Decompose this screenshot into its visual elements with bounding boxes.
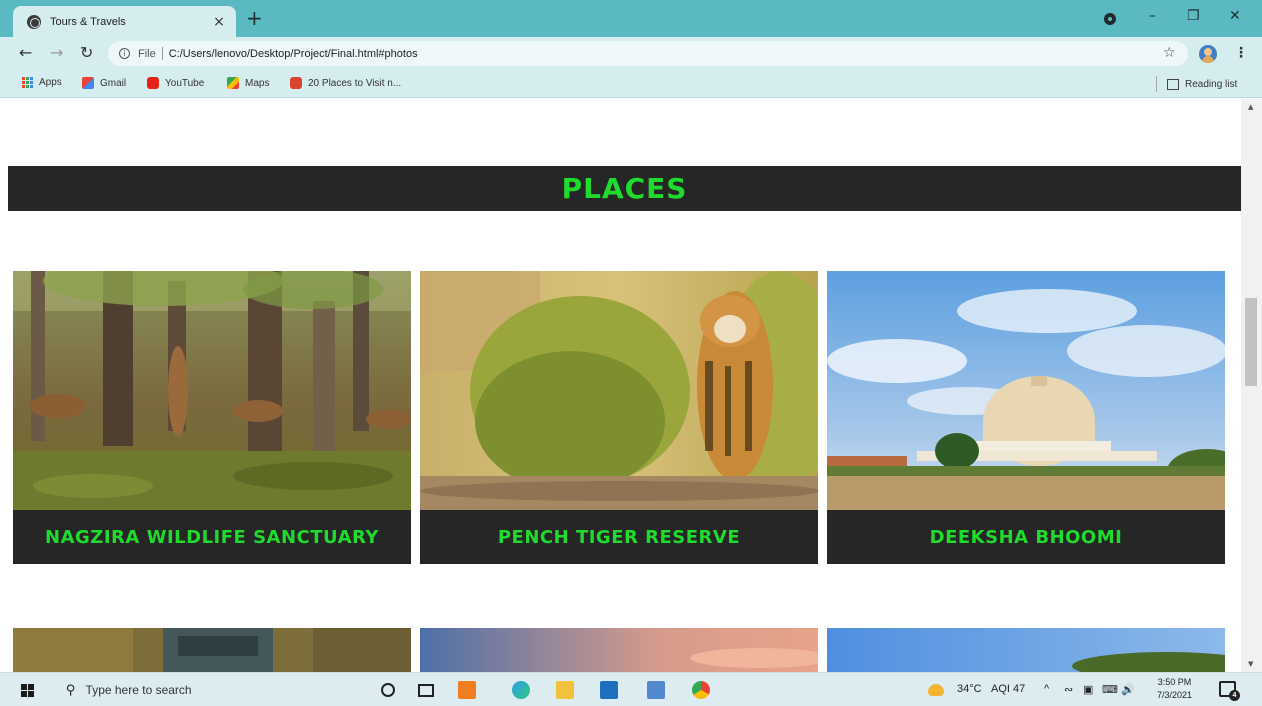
bookmark-places[interactable]: 20 Places to Visit n... — [290, 77, 401, 89]
sublime-text-icon[interactable] — [458, 681, 476, 699]
menu-kebab-icon[interactable]: ⋮ — [1234, 45, 1248, 61]
reading-list-icon — [1167, 78, 1179, 90]
bookmarks-bar: Apps Gmail YouTube Maps 20 Places to Vis… — [0, 70, 1262, 98]
card-title: PENCH TIGER RESERVE — [497, 526, 741, 548]
bookmark-star-icon[interactable]: ☆ — [1163, 45, 1176, 61]
nagzira-photo[interactable] — [13, 271, 411, 510]
edge-icon[interactable] — [512, 681, 530, 699]
stupa-image — [827, 271, 1225, 510]
weather-temp[interactable]: 34°C — [957, 683, 982, 695]
youtube-icon — [147, 77, 159, 89]
back-arrow-icon[interactable]: ← — [19, 44, 32, 62]
word-icon[interactable] — [647, 681, 665, 699]
scroll-thumb[interactable] — [1245, 298, 1257, 386]
hill-sky-image — [827, 628, 1225, 672]
weather-icon[interactable] — [928, 684, 944, 696]
task-view-icon[interactable] — [418, 684, 434, 697]
reload-icon[interactable]: ↻ — [80, 44, 93, 62]
safari-jeep-image — [13, 628, 411, 672]
tab-strip: Tours & Travels × + – ❐ ✕ — [0, 0, 1262, 37]
bookmark-label: YouTube — [165, 77, 205, 89]
url-text[interactable]: C:/Users/lenovo/Desktop/Project/Final.ht… — [169, 48, 418, 60]
taskbar-search-box[interactable]: ⚲ Type here to search — [56, 675, 366, 705]
tab-title: Tours & Travels — [50, 15, 126, 28]
site-favicon-icon — [290, 77, 302, 89]
row2-photo-1[interactable] — [13, 628, 411, 672]
address-bar[interactable]: i File C:/Users/lenovo/Desktop/Project/F… — [108, 41, 1188, 66]
system-clock[interactable]: 3:50 PM 7/3/2021 — [1157, 676, 1192, 702]
info-icon[interactable]: i — [119, 48, 130, 59]
bookmark-apps[interactable]: Apps — [22, 77, 62, 88]
close-window-icon[interactable]: ✕ — [1229, 8, 1241, 24]
card-caption: PENCH TIGER RESERVE — [420, 510, 818, 564]
row2-photo-2[interactable] — [420, 628, 818, 672]
reading-list-button[interactable]: Reading list — [1156, 76, 1237, 92]
scroll-down-icon[interactable]: ▼ — [1248, 660, 1253, 668]
aqi-readout[interactable]: AQI 47 — [991, 683, 1025, 695]
url-scheme: File — [138, 47, 156, 60]
clock-time: 3:50 PM — [1157, 677, 1192, 687]
restore-icon[interactable]: ❐ — [1187, 8, 1200, 24]
browser-toolbar: ← → ↻ i File C:/Users/lenovo/Desktop/Pro… — [0, 37, 1262, 70]
card-title: NAGZIRA WILDLIFE SANCTUARY — [45, 526, 379, 548]
card-caption: DEEKSHA BHOOMI — [827, 510, 1225, 564]
windows-taskbar: ⚲ Type here to search 34°C AQI 47 ^ ∾ ▣ … — [0, 672, 1262, 706]
deer-forest-image — [13, 271, 411, 510]
forward-arrow-icon[interactable]: → — [50, 44, 63, 62]
bookmark-label: Apps — [39, 77, 62, 88]
apps-grid-icon — [22, 77, 33, 88]
bookmark-label: Maps — [245, 77, 270, 89]
url-separator — [161, 47, 163, 60]
deeksha-bhoomi-photo[interactable] — [827, 271, 1225, 510]
search-placeholder: Type here to search — [85, 683, 192, 697]
maps-icon — [227, 77, 239, 89]
bookmark-youtube[interactable]: YouTube — [147, 77, 204, 89]
scroll-up-icon[interactable]: ▲ — [1248, 103, 1253, 111]
search-icon: ⚲ — [66, 682, 76, 698]
bookmark-gmail[interactable]: Gmail — [82, 77, 126, 89]
keyboard-icon[interactable]: ⌨ — [1102, 683, 1118, 696]
windows-start-icon[interactable] — [21, 684, 34, 697]
profile-avatar[interactable] — [1199, 45, 1217, 63]
card-title: DEEKSHA BHOOMI — [929, 526, 1123, 548]
place-card-row2-3[interactable] — [827, 628, 1225, 672]
page-scrollbar[interactable]: ▲ ▼ — [1241, 99, 1262, 672]
sunset-sky-image — [420, 628, 818, 672]
browser-tab[interactable]: Tours & Travels × — [13, 6, 236, 37]
chrome-icon[interactable] — [692, 681, 710, 699]
tab-close-icon[interactable]: × — [212, 14, 226, 30]
notification-center-icon[interactable]: 4 — [1219, 681, 1240, 701]
mail-icon[interactable] — [600, 681, 618, 699]
gmail-icon — [82, 77, 94, 89]
bookmark-label: Gmail — [100, 77, 127, 89]
minimize-icon[interactable]: – — [1149, 8, 1156, 24]
bookmark-maps[interactable]: Maps — [227, 77, 269, 89]
notification-count: 4 — [1229, 690, 1240, 701]
bookmark-label: 20 Places to Visit n... — [308, 77, 402, 89]
chevron-up-icon[interactable]: ^ — [1044, 683, 1049, 695]
section-title: PLACES — [561, 172, 688, 205]
reading-list-label: Reading list — [1185, 78, 1238, 90]
tiger-grass-image — [420, 271, 818, 510]
clock-date: 7/3/2021 — [1157, 690, 1193, 700]
globe-icon — [27, 14, 41, 29]
place-card-row2-2[interactable] — [420, 628, 818, 672]
battery-icon[interactable]: ▣ — [1083, 683, 1093, 696]
place-card-pench[interactable]: PENCH TIGER RESERVE — [420, 271, 818, 564]
cortana-icon[interactable] — [381, 683, 395, 697]
place-card-row2-1[interactable] — [13, 628, 411, 672]
pench-photo[interactable] — [420, 271, 818, 510]
screen: Tours & Travels × + – ❐ ✕ ← → ↻ i File C… — [0, 0, 1262, 706]
page-viewport: PLACES NAGZIRA WILDLIFE SANCTUARY PENCH … — [0, 99, 1241, 672]
speaker-icon[interactable]: 🔊 — [1121, 683, 1135, 696]
new-tab-button[interactable]: + — [246, 8, 263, 28]
row2-photo-3[interactable] — [827, 628, 1225, 672]
place-card-deeksha-bhoomi[interactable]: DEEKSHA BHOOMI — [827, 271, 1225, 564]
network-icon[interactable]: ∾ — [1064, 683, 1073, 696]
places-section-header: PLACES — [8, 166, 1241, 211]
record-icon[interactable] — [1104, 13, 1116, 25]
file-explorer-icon[interactable] — [556, 681, 574, 699]
card-caption: NAGZIRA WILDLIFE SANCTUARY — [13, 510, 411, 564]
place-card-nagzira[interactable]: NAGZIRA WILDLIFE SANCTUARY — [13, 271, 411, 564]
